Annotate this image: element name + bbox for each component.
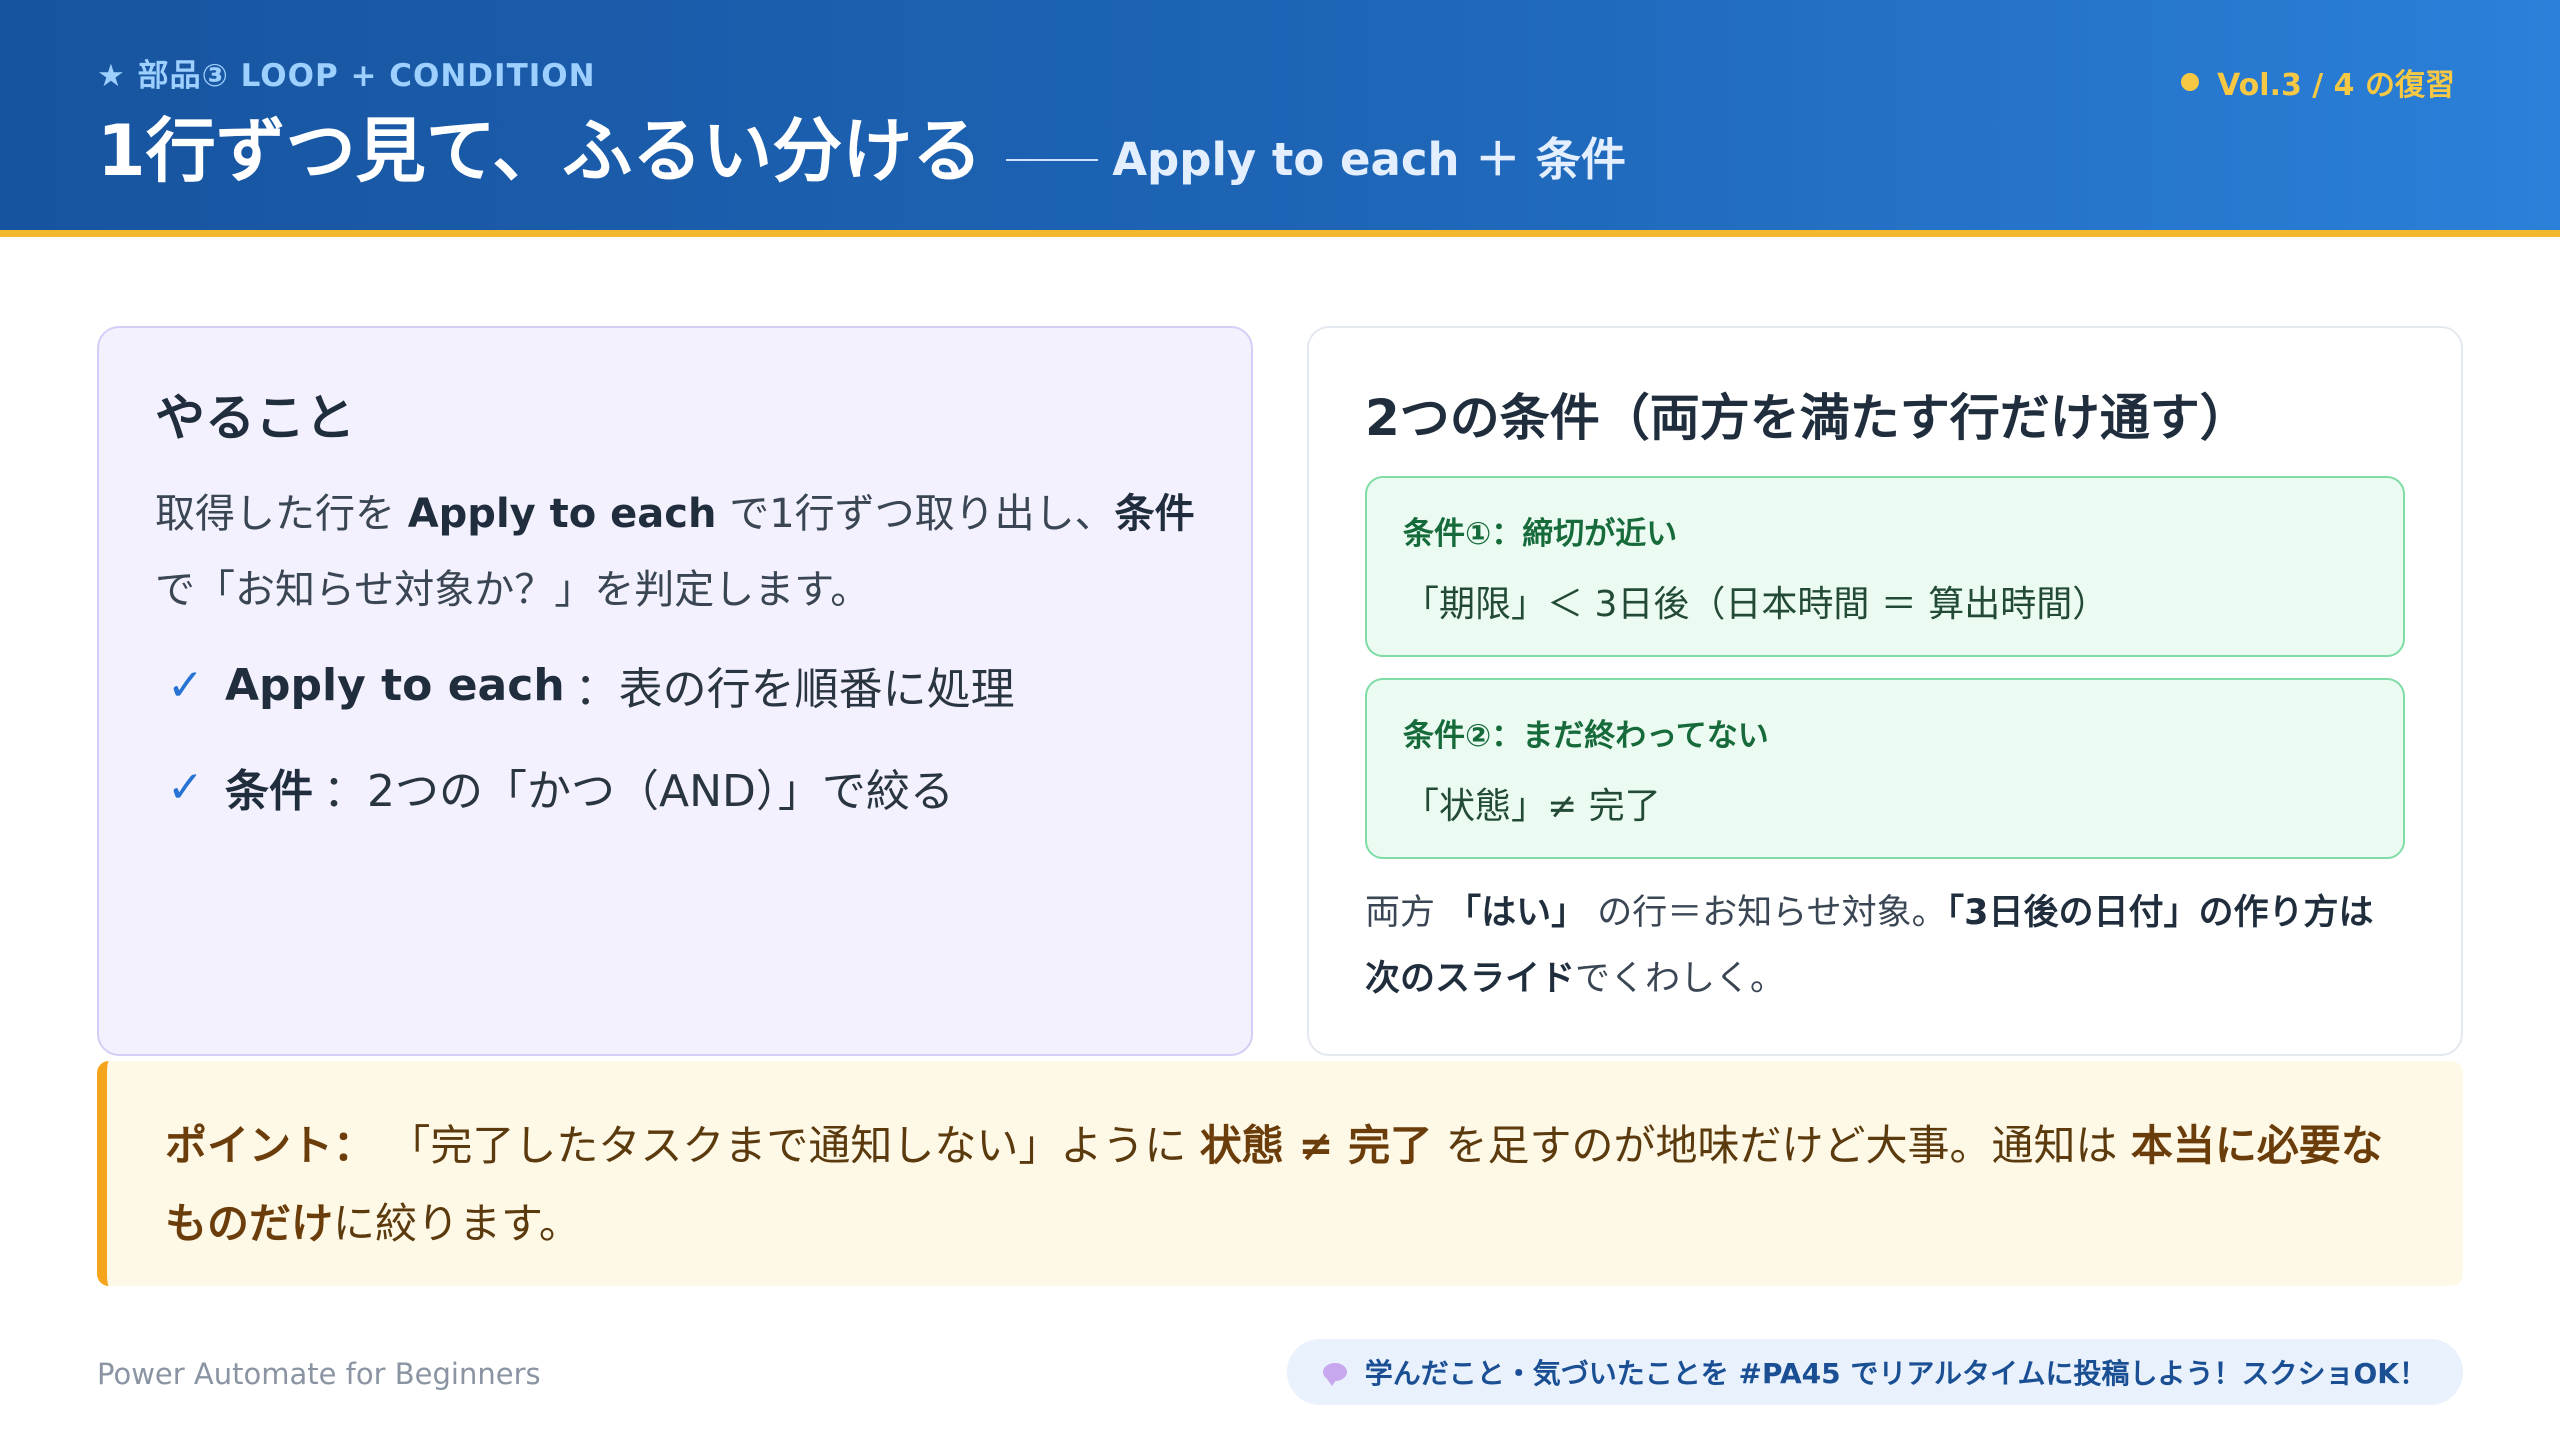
check-item-title: Apply to each [225,659,565,711]
footer-cta-text: 学んだこと・気づいたことを #PA45 でリアルタイムに投稿しよう！スクショOK… [1364,1357,2427,1390]
check-item-text: ：表の行を順番に処理 [574,664,1015,715]
title-row: 1行ずつ見て、ふるい分ける Apply to each ＋ 条件 [97,95,1626,196]
volume-text: Vol.3 / 4 の復習 [2217,68,2455,103]
subtitle-text: Apply to each ＋ 条件 [1112,133,1626,186]
check-item-text: ：2つの「かつ（AND）」で絞る [323,766,954,817]
conditions-note: 両方 「はい」 の行＝お知らせ対象。「3日後の日付」の作り方は次のスライドでくわ… [1365,880,2405,1012]
condition-box: 条件①：締切が近い 「期限」＜ 3日後（日本時間 ＝ 算出時間） [1365,476,2405,657]
intro-text-3: で「お知らせ対象か？」を判定します。 [155,567,871,613]
slide-title: 1行ずつ見て、ふるい分ける [97,110,983,192]
conditions-card: 2つの条件（両方を満たす行だけ通す） 条件①：締切が近い 「期限」＜ 3日後（日… [1307,326,2463,1056]
footer-cta: 学んだこと・気づいたことを #PA45 でリアルタイムに投稿しよう！スクショOK… [1286,1339,2463,1405]
check-icon: ✓ [167,761,204,813]
intro-bold-2: 条件 [1114,491,1195,537]
check-list: ✓ Apply to each ：表の行を順番に処理 ✓ 条件 ：2つの「かつ（… [155,634,1195,838]
condition-label: 条件①：締切が近い [1403,516,1678,552]
slide-subtitle: Apply to each ＋ 条件 [1006,123,1626,188]
slide-header: ★ 部品③ LOOP + CONDITION 1行ずつ見て、ふるい分ける App… [0,0,2560,237]
intro-bold-1: Apply to each [407,491,717,537]
note-text-2: の行＝お知らせ対象。 [1586,893,1947,933]
intro-text-1: 取得した行を [155,491,408,537]
check-item: ✓ 条件 ：2つの「かつ（AND）」で絞る [155,736,1195,838]
volume-badge: Vol.3 / 4 の復習 [2181,60,2455,104]
note-text-1: 両方 [1365,893,1447,933]
intro-text-2: で1行ずつ取り出し、 [716,491,1115,537]
note-bold-1: 「はい」 [1446,893,1587,933]
todo-card: やること 取得した行を Apply to each で1行ずつ取り出し、条件で「… [97,326,1253,1056]
point-text-2: を足すのが地味だけど大事。通知は [1432,1121,2131,1170]
condition-expression: 「状態」≠ 完了 [1403,786,1661,827]
footer-brand: Power Automate for Beginners [97,1357,541,1391]
todo-heading: やること [155,389,355,447]
section-kicker: ★ 部品③ LOOP + CONDITION [97,58,596,94]
todo-intro: 取得した行を Apply to each で1行ずつ取り出し、条件で「お知らせ対… [155,476,1195,628]
condition-box: 条件②：まだ終わってない 「状態」≠ 完了 [1365,678,2405,859]
note-text-3: でくわしく。 [1575,959,1786,999]
speech-bubble-icon [1322,1363,1347,1386]
point-callout: ポイント： 「完了したタスクまで通知しない」ように 状態 ≠ 完了 を足すのが地… [97,1061,2463,1286]
point-bold-1: 状態 ≠ 完了 [1199,1121,1433,1170]
check-icon: ✓ [167,659,204,711]
point-label: ポイント： [165,1121,376,1170]
point-text-1: 「完了したタスクまで通知しない」ように [375,1121,1200,1170]
check-item: ✓ Apply to each ：表の行を順番に処理 [155,634,1195,736]
conditions-heading: 2つの条件（両方を満たす行だけ通す） [1365,389,2250,447]
point-text-3: に絞ります。 [333,1199,581,1248]
volume-dot-icon [2181,73,2200,91]
condition-label: 条件②：まだ終わってない [1403,718,1769,754]
check-item-title: 条件 [225,766,313,817]
condition-expression: 「期限」＜ 3日後（日本時間 ＝ 算出時間） [1403,584,2109,625]
subtitle-dash [1006,159,1099,161]
